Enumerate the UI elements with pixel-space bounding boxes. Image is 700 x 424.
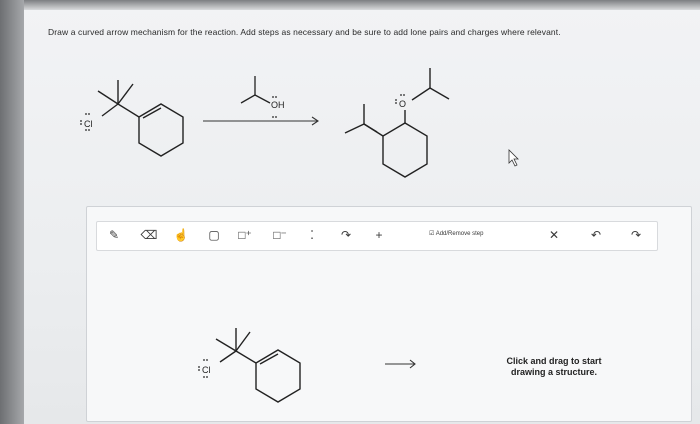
canvas-cl-label: Cl: [202, 365, 211, 375]
canvas-hint: Click and drag to start drawing a struct…: [506, 356, 602, 377]
canvas-reaction-arrow: [385, 359, 416, 369]
canvas-structure: [215, 328, 301, 403]
